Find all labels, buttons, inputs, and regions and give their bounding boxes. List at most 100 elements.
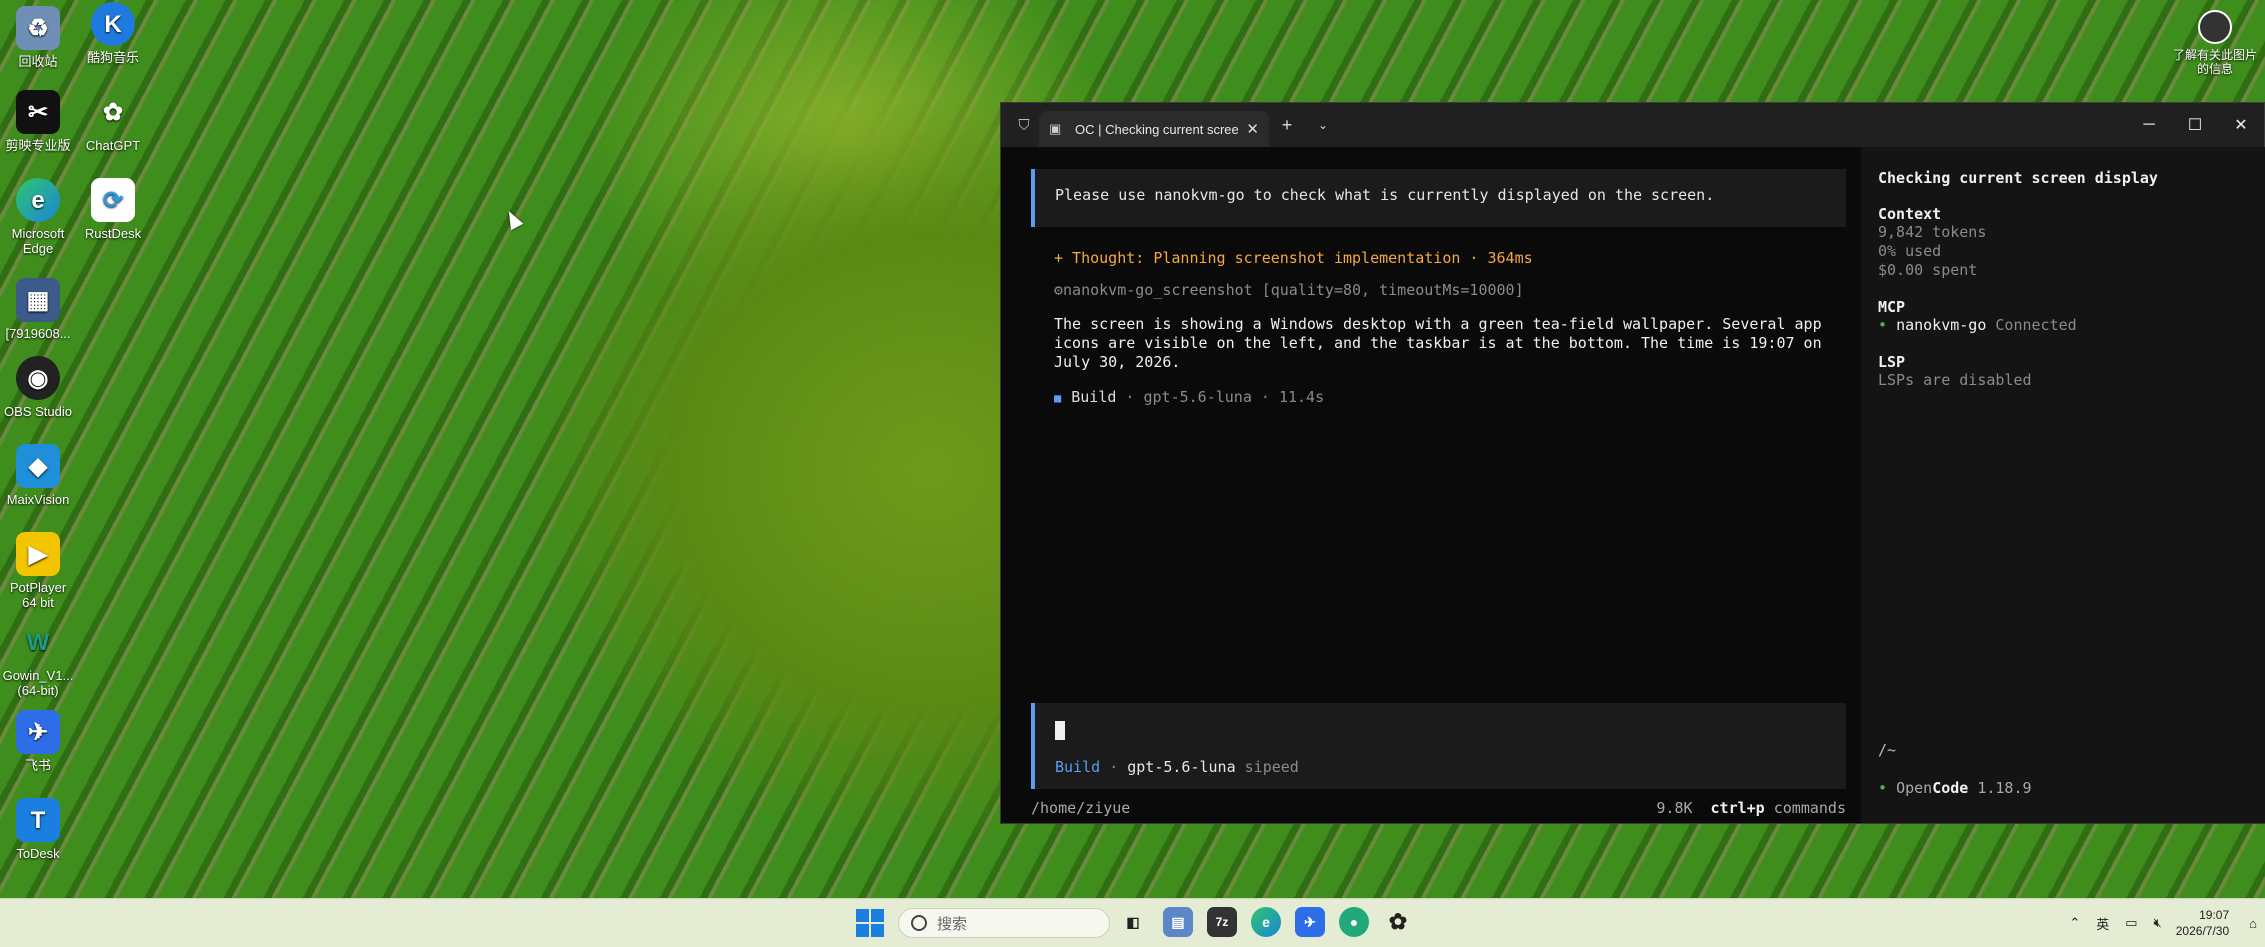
desktop-icon-label: ChatGPT	[85, 138, 141, 153]
rustdesk-icon: ⟳	[91, 178, 135, 222]
camera-icon	[2198, 10, 2232, 44]
network-icon[interactable]: ▭	[2125, 915, 2137, 931]
desktop-icon-capcut[interactable]: ✂ 剪映专业版	[1, 90, 75, 153]
chevron-down-icon[interactable]: ⌄	[1305, 118, 1341, 132]
app-brand: • OpenCode 1.18.9	[1878, 779, 2032, 797]
desktop-icon-label: ToDesk	[16, 846, 60, 861]
sidebar-path: /~	[1878, 741, 1897, 759]
desktop-icon-obs[interactable]: ◉ OBS Studio	[1, 356, 75, 419]
tab-opencode[interactable]: ▣ OC | Checking current screen d ✕	[1039, 111, 1269, 147]
file-icon: ▦	[16, 278, 60, 322]
potplayer-icon: ▶	[16, 532, 60, 576]
desktop-icon-label: 剪映专业版	[5, 138, 71, 153]
app-version: 1.18.9	[1977, 779, 2032, 797]
kugou-icon: K	[91, 2, 135, 46]
cwd-label: /home/ziyue	[1031, 799, 1131, 817]
user-message: Please use nanokvm-go to check what is c…	[1031, 169, 1846, 227]
desktop-icon-label: 回收站	[18, 54, 58, 69]
lsp-status: LSPs are disabled	[1878, 371, 2032, 389]
desktop-icon-rustdesk[interactable]: ⟳ RustDesk	[76, 178, 150, 241]
desktop-icon-maixvision[interactable]: ◆ MaixVision	[1, 444, 75, 507]
edge-icon: e	[16, 178, 60, 222]
system-tray: ⌃ 英 ▭ 🔇︎ 19:07 2026/7/30 ⌂	[2061, 899, 2265, 947]
mcp-server: nanokvm-go	[1896, 316, 1987, 334]
clock-date: 2026/7/30	[2175, 924, 2230, 938]
notification-icon[interactable]: ⌂	[2249, 916, 2257, 931]
minimize-icon[interactable]: ─	[2126, 103, 2172, 147]
model-label[interactable]: gpt-5.6-luna	[1127, 758, 1235, 776]
assistant-answer: The screen is showing a Windows desktop …	[1054, 315, 1822, 371]
file-explorer-icon[interactable]: ▤	[1163, 907, 1193, 937]
todesk-icon: T	[16, 798, 60, 842]
edge-taskbar-icon[interactable]: e	[1251, 907, 1281, 937]
context-spent: $0.00 spent	[1878, 261, 1978, 279]
feishu-icon: ✈	[16, 710, 60, 754]
windows-start-icon[interactable]	[856, 909, 884, 937]
context-tokens: 9,842 tokens	[1878, 223, 1987, 241]
tab-title: OC | Checking current screen d	[1075, 121, 1239, 137]
desktop-icon-kugou[interactable]: K 酷狗音乐	[76, 2, 150, 65]
build-square-icon: ■	[1054, 391, 1062, 405]
maximize-icon[interactable]: ☐	[2172, 103, 2218, 147]
desktop-icon-chatgpt[interactable]: ✿ ChatGPT	[76, 90, 150, 153]
desktop-icon-potplayer[interactable]: ▶ PotPlayer 64 bit	[1, 532, 75, 610]
token-count: 9.8K	[1656, 799, 1693, 817]
maixvision-icon: ◆	[16, 444, 60, 488]
mode-label[interactable]: Build	[1055, 758, 1100, 776]
text-caret	[1055, 721, 1065, 740]
desktop-icon-gowin[interactable]: W Gowin_V1... (64-bit)	[1, 620, 75, 698]
terminal-window: ⛉ ▣ OC | Checking current screen d ✕ + ⌄…	[1000, 102, 2265, 824]
feishu-taskbar-icon[interactable]: ✈	[1295, 907, 1325, 937]
ime-indicator[interactable]: 英	[2096, 914, 2109, 933]
desktop-icon-label: [7919608...	[5, 326, 71, 341]
chatgpt-taskbar-icon[interactable]: ✿	[1383, 907, 1413, 937]
build-meta: · gpt-5.6-luna · 11.4s	[1125, 388, 1325, 406]
wallpaper-info-label: 了解有关此图片的信息	[2172, 48, 2257, 76]
prompt-input[interactable]: Build · gpt-5.6-luna sipeed	[1031, 703, 1846, 789]
status-footer: /home/ziyue 9.8K ctrl+p commands	[1031, 799, 1846, 817]
desktop-icon-edge[interactable]: e Microsoft Edge	[1, 178, 75, 256]
desktop-icon-label: MaixVision	[6, 492, 70, 507]
provider-label: sipeed	[1244, 758, 1299, 776]
search-icon	[911, 915, 927, 931]
title-bar[interactable]: ⛉ ▣ OC | Checking current screen d ✕ + ⌄…	[1001, 103, 2264, 147]
obs-icon: ◉	[16, 356, 60, 400]
task-view-icon[interactable]: ◧	[1118, 907, 1148, 937]
taskbar: 搜索 ◧ ▤ 7z e ✈ ● ✿ ⌃ 英 ▭ 🔇︎ 19:07 2026/7/…	[0, 898, 2265, 947]
session-sidebar: Checking current screen display Context …	[1861, 147, 2265, 823]
new-tab-icon[interactable]: +	[1269, 115, 1305, 136]
desktop-icon-label: Gowin_V1... (64-bit)	[2, 668, 74, 698]
shortcut-key: ctrl+p	[1710, 799, 1765, 817]
mcp-status: Connected	[1995, 316, 2077, 334]
conversation-pane: Please use nanokvm-go to check what is c…	[1031, 169, 1846, 823]
desktop-icon-feishu[interactable]: ✈ 飞书	[1, 710, 75, 773]
context-heading: Context	[1878, 205, 1942, 223]
recycle-bin-icon: ♻	[16, 6, 60, 50]
app-taskbar-icon[interactable]: ●	[1339, 907, 1369, 937]
brand-open: Open	[1896, 779, 1933, 797]
volume-muted-icon[interactable]: 🔇︎	[2154, 915, 2162, 931]
clock[interactable]: 19:07 2026/7/30	[2176, 907, 2229, 939]
terminal-body: Please use nanokvm-go to check what is c…	[1001, 147, 2265, 823]
brand-code: Code	[1932, 779, 1969, 797]
wallpaper-info[interactable]: 了解有关此图片的信息	[2170, 10, 2260, 76]
input-meta: Build · gpt-5.6-luna sipeed	[1055, 758, 1299, 776]
desktop-icon-label: 飞书	[24, 758, 51, 773]
desktop-icon-file[interactable]: ▦ [7919608...	[1, 278, 75, 341]
context-used: 0% used	[1878, 242, 1942, 260]
close-icon[interactable]: ✕	[2218, 103, 2264, 147]
taskbar-search[interactable]: 搜索	[898, 908, 1110, 938]
search-placeholder: 搜索	[937, 915, 968, 933]
clock-time: 19:07	[2199, 908, 2230, 922]
mouse-cursor-icon	[502, 207, 524, 231]
status-dot-icon: •	[1878, 316, 1888, 334]
desktop-icon-label: Microsoft Edge	[11, 226, 65, 256]
thought-line[interactable]: + Thought: Planning screenshot implement…	[1054, 249, 1846, 267]
close-tab-icon[interactable]: ✕	[1246, 120, 1259, 138]
7zip-icon[interactable]: 7z	[1207, 907, 1237, 937]
terminal-icon: ▣	[1049, 121, 1062, 136]
desktop-icon-todesk[interactable]: T ToDesk	[1, 798, 75, 861]
chevron-up-icon[interactable]: ⌃	[2069, 915, 2080, 931]
mcp-heading: MCP	[1878, 298, 1906, 316]
desktop-icon-recycle-bin[interactable]: ♻ 回收站	[1, 6, 75, 69]
